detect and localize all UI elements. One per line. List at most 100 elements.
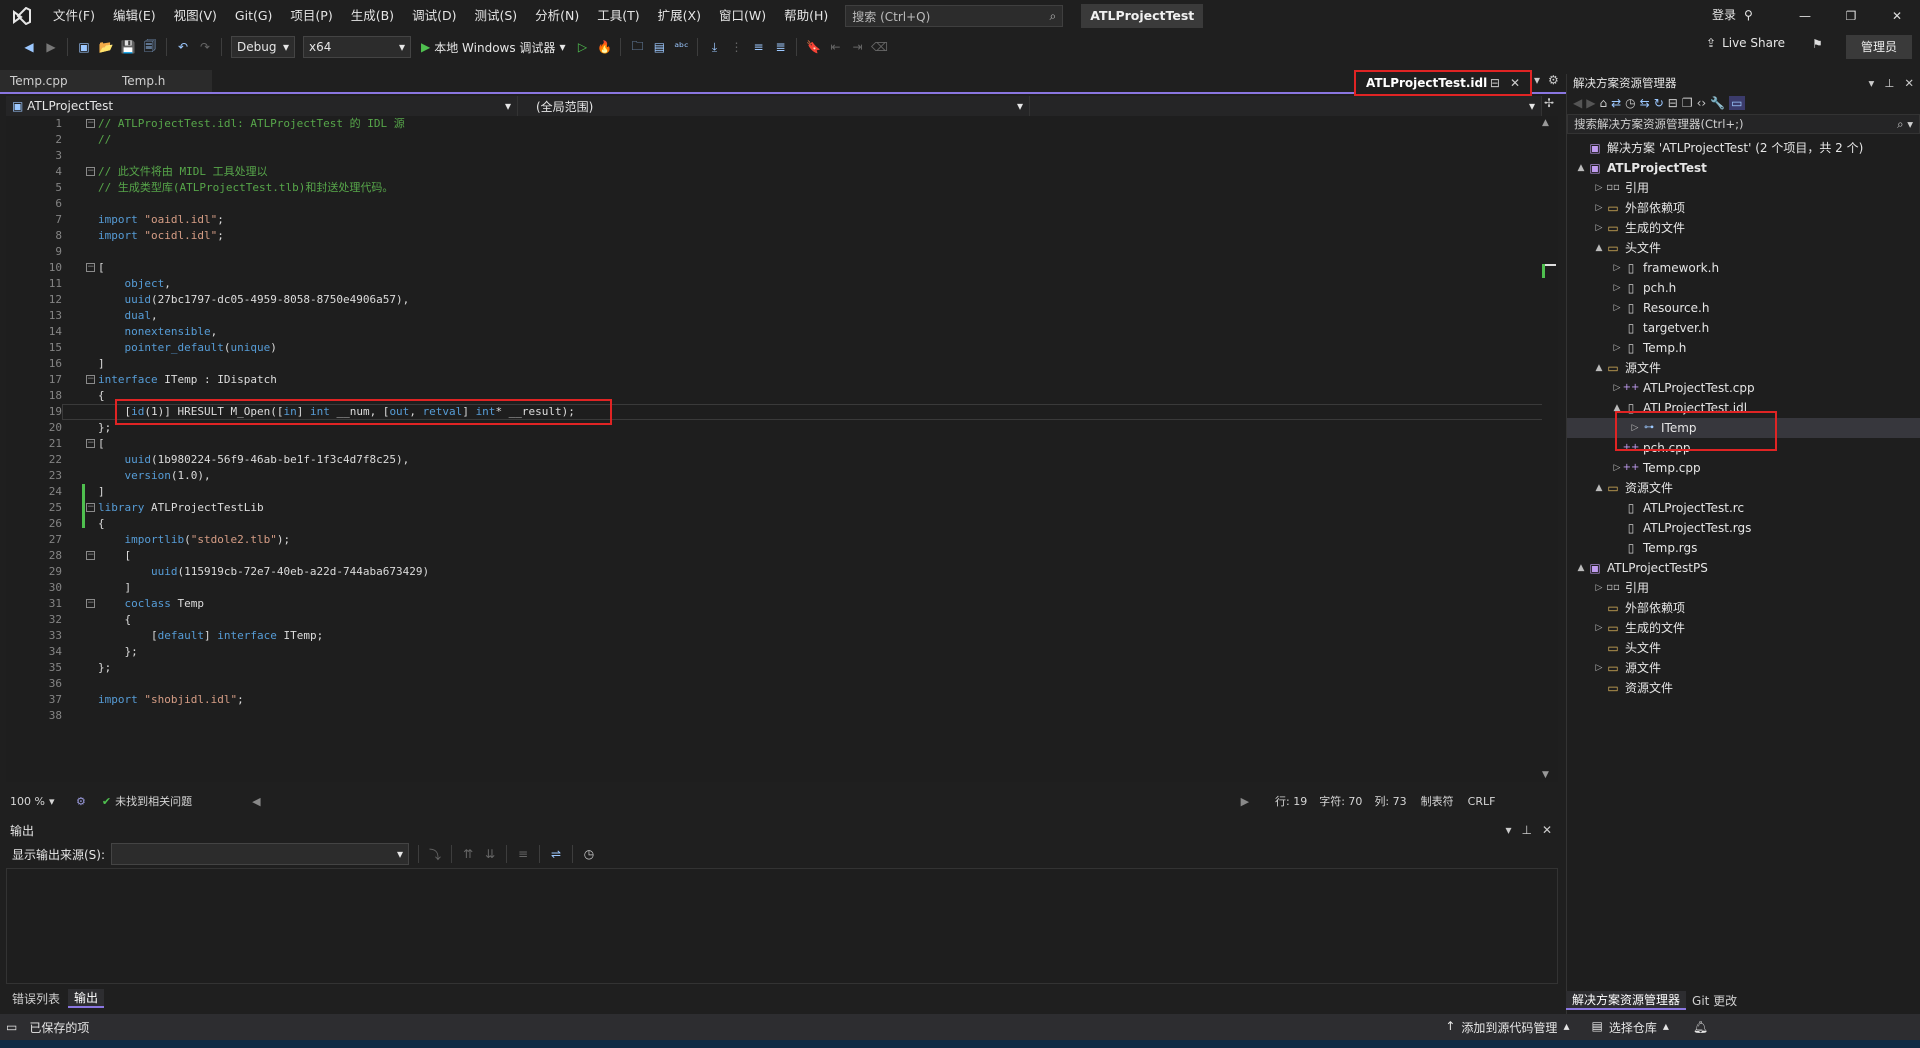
undo-icon[interactable]: ↶ (174, 36, 192, 58)
intellicode-icon[interactable]: ⚙ (76, 795, 86, 808)
find-message-icon[interactable]: ⤵ (426, 843, 444, 865)
tree-expander-icon[interactable]: ▲ (1593, 358, 1605, 378)
tree-item[interactable]: ▷ ▯ framework.h (1611, 258, 1720, 278)
code-line[interactable]: // (98, 132, 575, 148)
code-line[interactable] (98, 148, 575, 164)
tree-item[interactable]: ▷ ▯ Resource.h (1611, 298, 1710, 318)
step-icon[interactable]: ⤓ (705, 36, 723, 58)
login-area[interactable]: 登录 ⚲ (1712, 0, 1753, 30)
tree-expander-icon[interactable]: ▷ (1611, 258, 1623, 278)
tree-item[interactable]: ▯ ATLProjectTest.rc (1611, 498, 1744, 518)
code-line[interactable]: }; (98, 644, 575, 660)
code-line[interactable]: pointer_default(unique) (98, 340, 575, 356)
tabs-indicator[interactable]: 制表符 (1421, 793, 1454, 809)
solution-explorer-search[interactable]: 搜索解决方案资源管理器(Ctrl+;) ⌕ ▾ (1567, 114, 1920, 134)
menu-item-1[interactable]: 编辑(E) (104, 0, 165, 32)
close-window-button[interactable]: ✕ (1874, 0, 1920, 32)
code-line[interactable]: uuid(1b980224-56f9-46ab-be1f-1f3c4d7f8c2… (98, 452, 575, 468)
tree-expander-icon[interactable]: ▷ (1611, 378, 1623, 398)
menu-item-3[interactable]: Git(G) (226, 0, 282, 32)
fold-toggle-icon[interactable]: − (86, 551, 95, 560)
back-icon[interactable]: ◀ (1573, 96, 1582, 110)
tree-item[interactable]: ▷ ▯ pch.h (1611, 278, 1677, 298)
code-line[interactable]: ] (98, 580, 575, 596)
add-to-source-control-button[interactable]: ↑ 添加到源代码管理 ▴ (1445, 1019, 1569, 1036)
tree-expander-icon[interactable]: ▷ (1593, 178, 1605, 198)
code-line[interactable]: }; (98, 660, 575, 676)
tree-expander-icon[interactable]: ▷ (1593, 218, 1605, 238)
save-all-icon[interactable]: 🗐 (141, 36, 159, 58)
gear-icon[interactable]: ⚙ (1548, 73, 1559, 87)
code-line[interactable]: { (98, 612, 575, 628)
code-line[interactable]: uuid(115919cb-72e7-40eb-a22d-744aba67342… (98, 564, 575, 580)
browse-folder-icon[interactable]: 🗀 (628, 36, 646, 58)
tree-item[interactable]: ▲ ▣ ATLProjectTest (1575, 158, 1707, 178)
tree-expander-icon[interactable]: ▷ (1593, 578, 1605, 598)
tree-expander-icon[interactable]: ▷ (1593, 658, 1605, 678)
tree-expander-icon[interactable]: ▷ (1611, 338, 1623, 358)
word-wrap-icon[interactable]: ⇌ (547, 843, 565, 865)
tab-atlprojecttest-idl[interactable]: ATLProjectTest.idl ⊟ ✕ (1354, 70, 1532, 96)
select-repository-button[interactable]: ▤ 选择仓库 ▴ (1591, 1019, 1668, 1036)
search-box[interactable]: 搜索 (Ctrl+Q) ⌕ (845, 5, 1064, 27)
code-line[interactable]: // 生成类型库(ATLProjectTest.tlb)和封送处理代码。 (98, 180, 575, 196)
tree-item[interactable]: ▷ ▭ 源文件 (1593, 658, 1661, 678)
fold-toggle-icon[interactable]: − (86, 503, 95, 512)
code-line[interactable]: version(1.0), (98, 468, 575, 484)
tab-output[interactable]: 输出 (68, 988, 105, 1008)
fold-toggle-icon[interactable]: − (86, 119, 95, 128)
back-navigate-icon[interactable]: ◀ (20, 36, 38, 58)
code-line[interactable] (98, 676, 575, 692)
sync-icon[interactable]: ⇆ (1640, 96, 1650, 110)
tree-item[interactable]: ▲ ▭ 源文件 (1593, 358, 1661, 378)
code-line[interactable]: { (98, 516, 575, 532)
code-line[interactable]: import "ocidl.idl"; (98, 228, 575, 244)
configuration-dropdown[interactable]: Debug ▾ (231, 36, 295, 58)
code-editor[interactable]: 1 2 3 4 5 6 7 8 9 10 11 12 13 14 15 16 17 18 19 20 21 22 23 24 2… (6, 116, 1542, 782)
tree-item[interactable]: ▲ ▣ ATLProjectTestPS (1575, 558, 1708, 578)
pending-changes-icon[interactable]: ◷ (1625, 96, 1635, 110)
open-file-icon[interactable]: 📂 (97, 36, 115, 58)
code-line[interactable]: // 此文件将由 MIDL 工具处理以 (98, 164, 575, 180)
tree-item[interactable]: ▭ 资源文件 (1593, 678, 1673, 698)
comment-icon[interactable]: ≡ (749, 36, 767, 58)
code-line[interactable]: [ (98, 260, 575, 276)
tree-item[interactable]: ▷ ▭ 外部依赖项 (1593, 198, 1685, 218)
tab-temp-cpp[interactable]: Temp.cpp (0, 70, 114, 92)
code-line[interactable]: [ (98, 436, 575, 452)
menu-item-10[interactable]: 扩展(X) (649, 0, 710, 32)
account-settings-icon[interactable]: ⚲ (1744, 0, 1753, 30)
menu-item-6[interactable]: 调试(D) (403, 0, 465, 32)
next-bookmark-icon[interactable]: ⇥ (848, 36, 866, 58)
menu-item-5[interactable]: 生成(B) (342, 0, 403, 32)
hscroll-left-icon[interactable]: ◀ (252, 795, 260, 808)
code-line[interactable]: ] (98, 356, 575, 372)
zoom-dropdown[interactable]: 100 % ▾ (6, 795, 76, 808)
scroll-up-icon[interactable]: ▲ (1542, 118, 1549, 128)
close-icon[interactable]: ✕ (1542, 823, 1552, 837)
tree-item[interactable]: ▷ ▭ 生成的文件 (1593, 618, 1685, 638)
new-project-icon[interactable]: ▣ (75, 36, 93, 58)
tree-item[interactable]: ▷ ++ ATLProjectTest.cpp (1611, 378, 1755, 398)
fold-toggle-icon[interactable]: − (86, 167, 95, 176)
code-line[interactable]: import "shobjidl.idl"; (98, 692, 575, 708)
tree-item[interactable]: ▭ 头文件 (1593, 638, 1661, 658)
bookmark-icon[interactable]: 🔖 (804, 36, 822, 58)
issues-indicator[interactable]: ✔ 未找到相关问题 (102, 793, 192, 809)
start-without-debugging-icon[interactable]: ▷ (573, 36, 591, 58)
tree-expander-icon[interactable]: ▷ (1611, 298, 1623, 318)
clock-icon[interactable]: ◷ (580, 843, 598, 865)
code-line[interactable]: interface ITemp : IDispatch (98, 372, 575, 388)
tree-expander-icon[interactable]: ▷ (1593, 618, 1605, 638)
restore-button[interactable]: ❐ (1828, 0, 1874, 32)
tree-expander-icon[interactable]: ▷ (1593, 198, 1605, 218)
menu-item-9[interactable]: 工具(T) (588, 0, 648, 32)
tree-item[interactable]: ▲ ▭ 资源文件 (1593, 478, 1673, 498)
char-indicator[interactable]: 字符: 70 (1319, 793, 1362, 809)
tree-item[interactable]: ▭ 外部依赖项 (1593, 598, 1685, 618)
code-line[interactable]: // ATLProjectTest.idl: ATLProjectTest 的 … (98, 116, 575, 132)
tree-item[interactable]: ▯ Temp.rgs (1611, 538, 1698, 558)
forward-icon[interactable]: ▶ (1586, 96, 1595, 110)
layout-icon[interactable]: ▤ (650, 36, 668, 58)
clear-all-icon[interactable]: ≡ (514, 843, 532, 865)
